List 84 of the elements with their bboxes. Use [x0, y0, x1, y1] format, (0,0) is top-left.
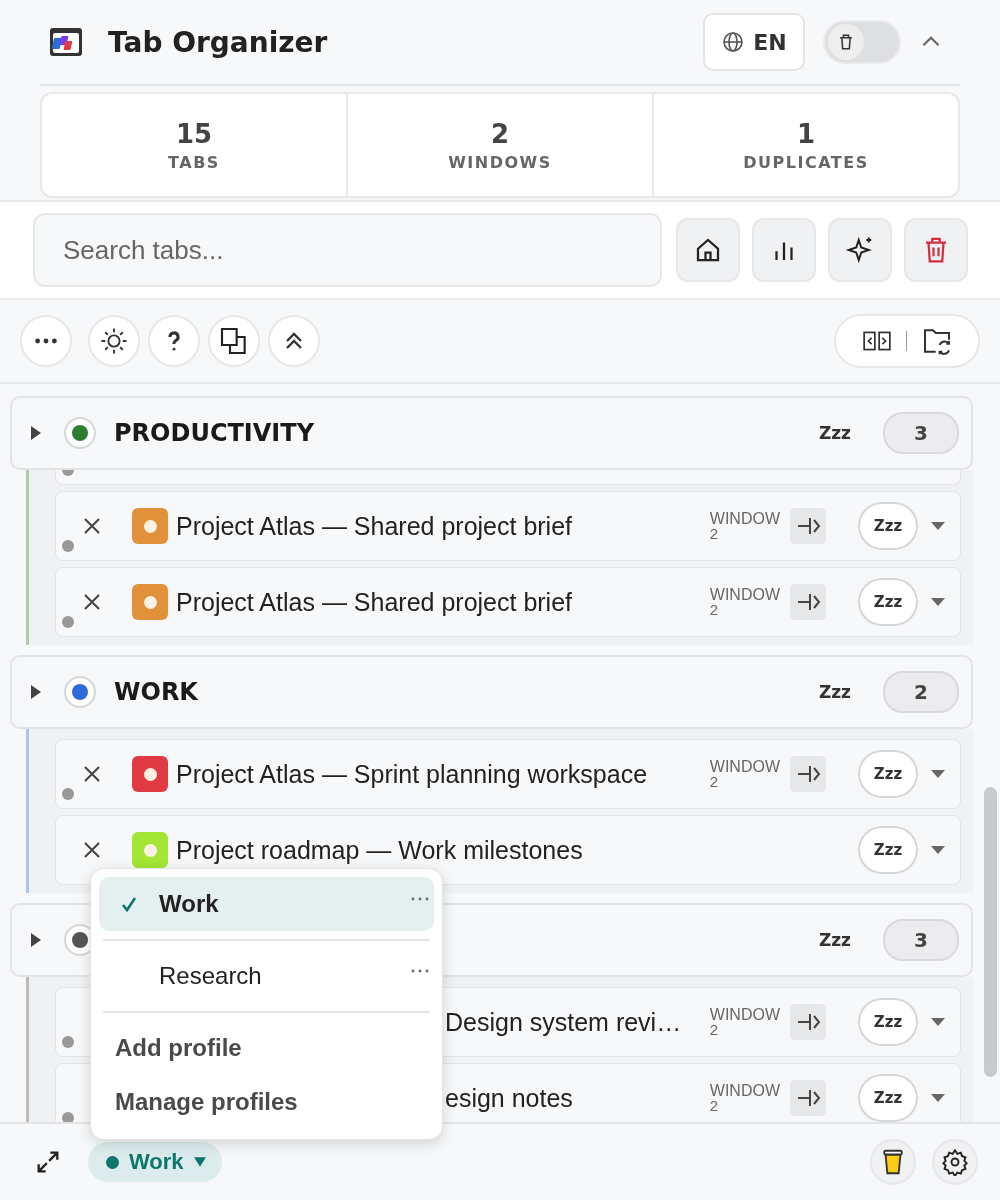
- more-icon[interactable]: [410, 896, 430, 902]
- tab-title[interactable]: Project Atlas — Sprint planning workspace: [176, 759, 710, 789]
- move-to-window-icon[interactable]: [790, 508, 826, 544]
- window-number: 2: [709, 1022, 720, 1037]
- caret-down-icon[interactable]: [930, 769, 946, 779]
- stat-label: WINDOWS: [448, 152, 552, 172]
- more-icon: [34, 338, 58, 344]
- window-number: 2: [709, 526, 720, 541]
- window-label: WINDOW: [709, 587, 780, 602]
- window-label: WINDOW: [709, 1007, 780, 1022]
- sleep-button[interactable]: Zzz: [858, 750, 918, 798]
- sparkle-button[interactable]: [828, 218, 893, 282]
- sun-icon: [99, 326, 129, 356]
- delete-button[interactable]: [904, 218, 968, 282]
- stat-value: 15: [175, 118, 213, 149]
- move-to-window-icon[interactable]: [790, 756, 826, 792]
- trash-toggle[interactable]: [823, 20, 901, 64]
- caret-down-icon[interactable]: [930, 521, 946, 531]
- window-label: WINDOW: [709, 511, 780, 526]
- close-icon[interactable]: [82, 840, 102, 860]
- settings-button[interactable]: [932, 1139, 978, 1185]
- sleep-button[interactable]: Zzz: [858, 502, 918, 550]
- expand-triangle-icon[interactable]: [30, 424, 42, 442]
- profile-item[interactable]: Work: [99, 877, 434, 931]
- theme-button[interactable]: [88, 315, 140, 367]
- tab-row[interactable]: Project roadmap — Work milestones Zzz: [55, 815, 961, 885]
- expand-triangle-icon[interactable]: [30, 931, 42, 949]
- language-button[interactable]: EN: [703, 13, 805, 71]
- chart-button[interactable]: [752, 218, 817, 282]
- window-number: 2: [709, 774, 720, 789]
- globe-icon: [721, 30, 746, 54]
- close-icon[interactable]: [82, 592, 102, 612]
- close-icon[interactable]: [82, 516, 102, 536]
- stat-value: 2: [490, 118, 510, 149]
- move-to-window-icon[interactable]: [790, 584, 826, 620]
- tab-count: 3: [883, 412, 959, 454]
- move-to-window-icon[interactable]: [790, 1004, 826, 1040]
- tab-title[interactable]: Project roadmap — Work milestones: [176, 835, 858, 865]
- window-number: 2: [709, 602, 720, 617]
- tab-title[interactable]: Project Atlas — Shared project brief: [176, 511, 710, 541]
- tab-count: 2: [883, 671, 959, 713]
- coffee-cup-button[interactable]: [870, 1139, 916, 1185]
- group-header[interactable]: PRODUCTIVITY Zzz 3: [10, 396, 973, 470]
- expand-triangle-icon[interactable]: [30, 683, 42, 701]
- settings-icon: [941, 1148, 969, 1176]
- window-number: 2: [709, 1098, 720, 1113]
- group-title: PRODUCTIVITY: [114, 419, 315, 447]
- tab-title[interactable]: Project Atlas — Shared project brief: [176, 587, 710, 617]
- tab-row[interactable]: Project Atlas — Sprint planning workspace WINDOW 2 Zzz: [55, 739, 961, 809]
- sleep-group-button[interactable]: Zzz: [818, 930, 851, 950]
- home-button[interactable]: [676, 218, 741, 282]
- caret-down-icon[interactable]: [930, 1093, 946, 1103]
- group-header[interactable]: WORK Zzz 2: [10, 655, 973, 729]
- tab-title[interactable]: esign notes: [445, 1083, 710, 1113]
- search-field[interactable]: Search tabs...: [33, 213, 663, 287]
- close-icon[interactable]: [82, 764, 102, 784]
- profile-selector[interactable]: Work: [88, 1142, 222, 1182]
- move-to-window-icon[interactable]: [790, 1080, 826, 1116]
- caret-down-icon[interactable]: [930, 845, 946, 855]
- collapse-all-button[interactable]: [268, 315, 320, 367]
- stat-label: DUPLICATES: [743, 152, 869, 172]
- help-button[interactable]: [148, 315, 200, 367]
- window-label: WINDOW: [709, 759, 780, 774]
- tab-count: 3: [883, 919, 959, 961]
- stat-label: TABS: [168, 152, 220, 172]
- caret-down-icon[interactable]: [930, 597, 946, 607]
- sleep-button[interactable]: Zzz: [858, 578, 918, 626]
- sleep-button[interactable]: Zzz: [858, 826, 918, 874]
- sleep-button[interactable]: Zzz: [858, 1074, 918, 1122]
- sleep-group-button[interactable]: Zzz: [818, 423, 851, 443]
- sleep-button[interactable]: Zzz: [858, 998, 918, 1046]
- app-title: Tab Organizer: [108, 25, 329, 59]
- group-title: WORK: [114, 678, 198, 706]
- window-label: WINDOW: [709, 1083, 780, 1098]
- duplicate-button[interactable]: [208, 315, 260, 367]
- scrollbar-thumb[interactable]: [984, 787, 997, 1077]
- tab-title[interactable]: Design system revi…: [445, 1007, 710, 1037]
- caret-down-icon[interactable]: [930, 1017, 946, 1027]
- caret-down-icon: [193, 1157, 206, 1167]
- stat-value: 1: [796, 118, 816, 149]
- sleep-group-button[interactable]: Zzz: [818, 682, 851, 702]
- tab-row[interactable]: Project Atlas — Shared project brief WINDOW 2 Zzz: [55, 491, 961, 561]
- more-icon[interactable]: [410, 968, 430, 974]
- tab-row[interactable]: Project Atlas — Shared project brief WINDOW 2 Zzz: [55, 567, 961, 637]
